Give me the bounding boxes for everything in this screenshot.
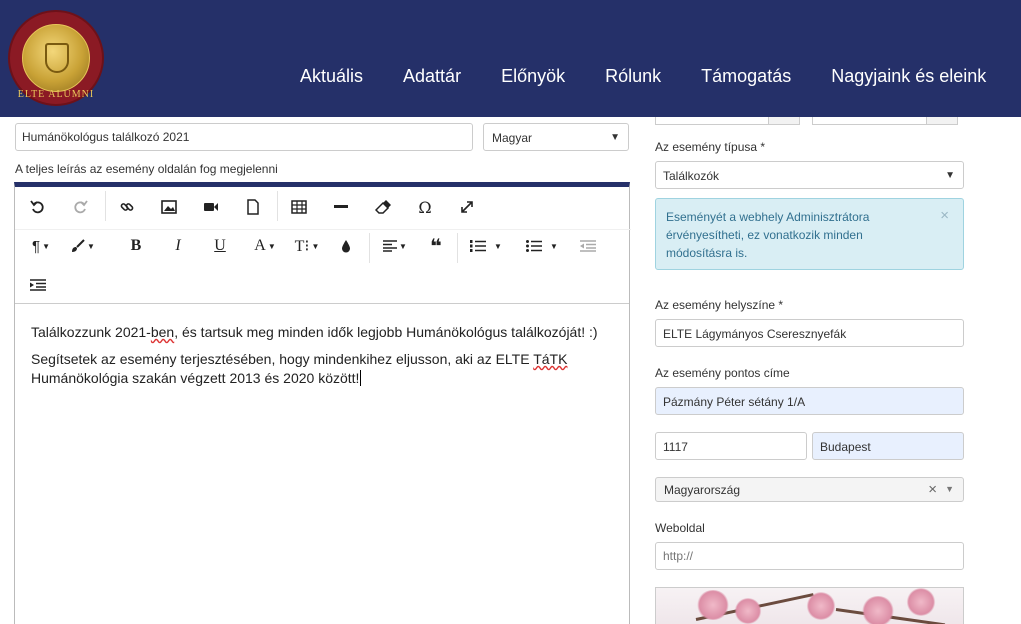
blossom: [906, 588, 936, 616]
description-hint: A teljes leírás az esemény oldalán fog m…: [15, 162, 278, 176]
font-color-icon[interactable]: A ▼: [247, 231, 283, 261]
event-image[interactable]: [655, 587, 964, 624]
toolbar-divider: [369, 233, 370, 263]
image-icon[interactable]: [154, 192, 184, 222]
event-type-select[interactable]: Találkozók ▼: [655, 161, 964, 189]
undo-icon[interactable]: [23, 192, 53, 222]
city-input[interactable]: Budapest: [812, 432, 964, 460]
zip-input[interactable]: 1117: [655, 432, 807, 460]
country-select[interactable]: Magyarország × ▼: [655, 477, 964, 502]
language-select[interactable]: Magyar ▼: [483, 123, 629, 151]
event-type-label: Az esemény típusa *: [655, 140, 766, 154]
indent-icon[interactable]: [23, 270, 53, 300]
elte-alumni-logo[interactable]: ELTE ALUMNI: [8, 10, 104, 106]
caret-down-icon: ▼: [945, 170, 955, 181]
location-input[interactable]: ELTE Lágymányos Cseresznyefák: [655, 319, 964, 347]
nav-item-elonyok[interactable]: Előnyök: [501, 66, 565, 87]
link-icon[interactable]: [112, 192, 142, 222]
editor-toolbar: Ω ¶ ▼ ▼ B I U A ▼ T⁝ ▼ ▼ ❝ ▼ ▼: [15, 187, 631, 304]
address-label: Az esemény pontos címe: [655, 366, 790, 380]
nav-item-rolunk[interactable]: Rólunk: [605, 66, 661, 87]
caret-down-icon: ▼: [610, 132, 620, 143]
ordered-list-icon[interactable]: ▼: [463, 231, 509, 261]
font-size-icon[interactable]: T⁝ ▼: [289, 231, 325, 261]
shield-icon: [45, 43, 69, 73]
text-cursor: [360, 370, 362, 386]
page: ELTE ALUMNI Aktuális Adattár Előnyök Ról…: [0, 0, 1021, 624]
site-header: ELTE ALUMNI Aktuális Adattár Előnyök Ról…: [0, 0, 1021, 117]
country-value: Magyarország: [664, 483, 741, 497]
alert-text: Eseményét a webhely Adminisztrátora érvé…: [666, 210, 870, 260]
video-icon[interactable]: [196, 192, 226, 222]
blossom: [806, 592, 836, 620]
event-type-value: Találkozók: [663, 169, 720, 183]
nav-item-nagyjaink[interactable]: Nagyjaink és eleink: [831, 66, 986, 87]
rich-text-editor: Ω ¶ ▼ ▼ B I U A ▼ T⁝ ▼ ▼ ❝ ▼ ▼ Találkozz…: [14, 182, 631, 624]
paragraph-icon[interactable]: ¶ ▼: [23, 231, 59, 261]
align-icon[interactable]: ▼: [377, 231, 413, 261]
brush-icon[interactable]: ▼: [65, 231, 101, 261]
nav-item-tamogatas[interactable]: Támogatás: [701, 66, 791, 87]
outdent-icon[interactable]: [573, 231, 603, 261]
info-alert: Eseményét a webhely Adminisztrátora érvé…: [655, 198, 964, 270]
close-icon[interactable]: ×: [940, 207, 949, 225]
time-button-stub[interactable]: [926, 117, 958, 125]
date-button-stub[interactable]: [768, 117, 800, 125]
nav-item-aktualis[interactable]: Aktuális: [300, 66, 363, 87]
eraser-icon[interactable]: [368, 192, 398, 222]
toolbar-divider: [277, 191, 278, 221]
blossom: [861, 596, 895, 624]
omega-icon[interactable]: Ω: [410, 192, 440, 222]
blossom: [696, 590, 730, 620]
editor-content[interactable]: Találkozzunk 2021-ben, és tartsuk meg mi…: [31, 323, 611, 396]
file-icon[interactable]: [238, 192, 268, 222]
editor-paragraph: Találkozzunk 2021-ben, és tartsuk meg mi…: [31, 324, 598, 340]
editor-paragraph: Segítsetek az esemény terjesztésében, ho…: [31, 351, 568, 386]
table-icon[interactable]: [284, 192, 314, 222]
address-input[interactable]: Pázmány Péter sétány 1/A: [655, 387, 964, 415]
quote-icon[interactable]: ❝: [421, 231, 451, 261]
caret-down-icon: ▼: [945, 484, 954, 494]
website-input[interactable]: [655, 542, 964, 570]
bold-icon[interactable]: B: [121, 231, 151, 261]
location-label: Az esemény helyszíne *: [655, 298, 784, 312]
unordered-list-icon[interactable]: ▼: [519, 231, 565, 261]
horizontal-rule-icon[interactable]: [326, 192, 356, 222]
logo-text: ELTE ALUMNI: [17, 89, 95, 100]
language-select-value: Magyar: [492, 131, 533, 145]
main-nav: Aktuális Adattár Előnyök Rólunk Támogatá…: [300, 66, 986, 87]
logo-seal: [22, 24, 90, 92]
blossom: [734, 598, 762, 624]
toolbar-divider: [105, 191, 106, 221]
toolbar-row-divider: [15, 229, 631, 230]
fullscreen-icon[interactable]: [452, 192, 482, 222]
italic-icon[interactable]: I: [163, 231, 193, 261]
nav-item-adattar[interactable]: Adattár: [403, 66, 461, 87]
drop-icon[interactable]: [331, 231, 361, 261]
website-label: Weboldal: [655, 521, 705, 535]
underline-icon[interactable]: U: [205, 231, 235, 261]
clear-icon[interactable]: ×: [928, 481, 937, 498]
event-title-input[interactable]: Humánökológus találkozó 2021: [15, 123, 473, 151]
toolbar-divider: [457, 233, 458, 263]
redo-icon[interactable]: [65, 192, 95, 222]
